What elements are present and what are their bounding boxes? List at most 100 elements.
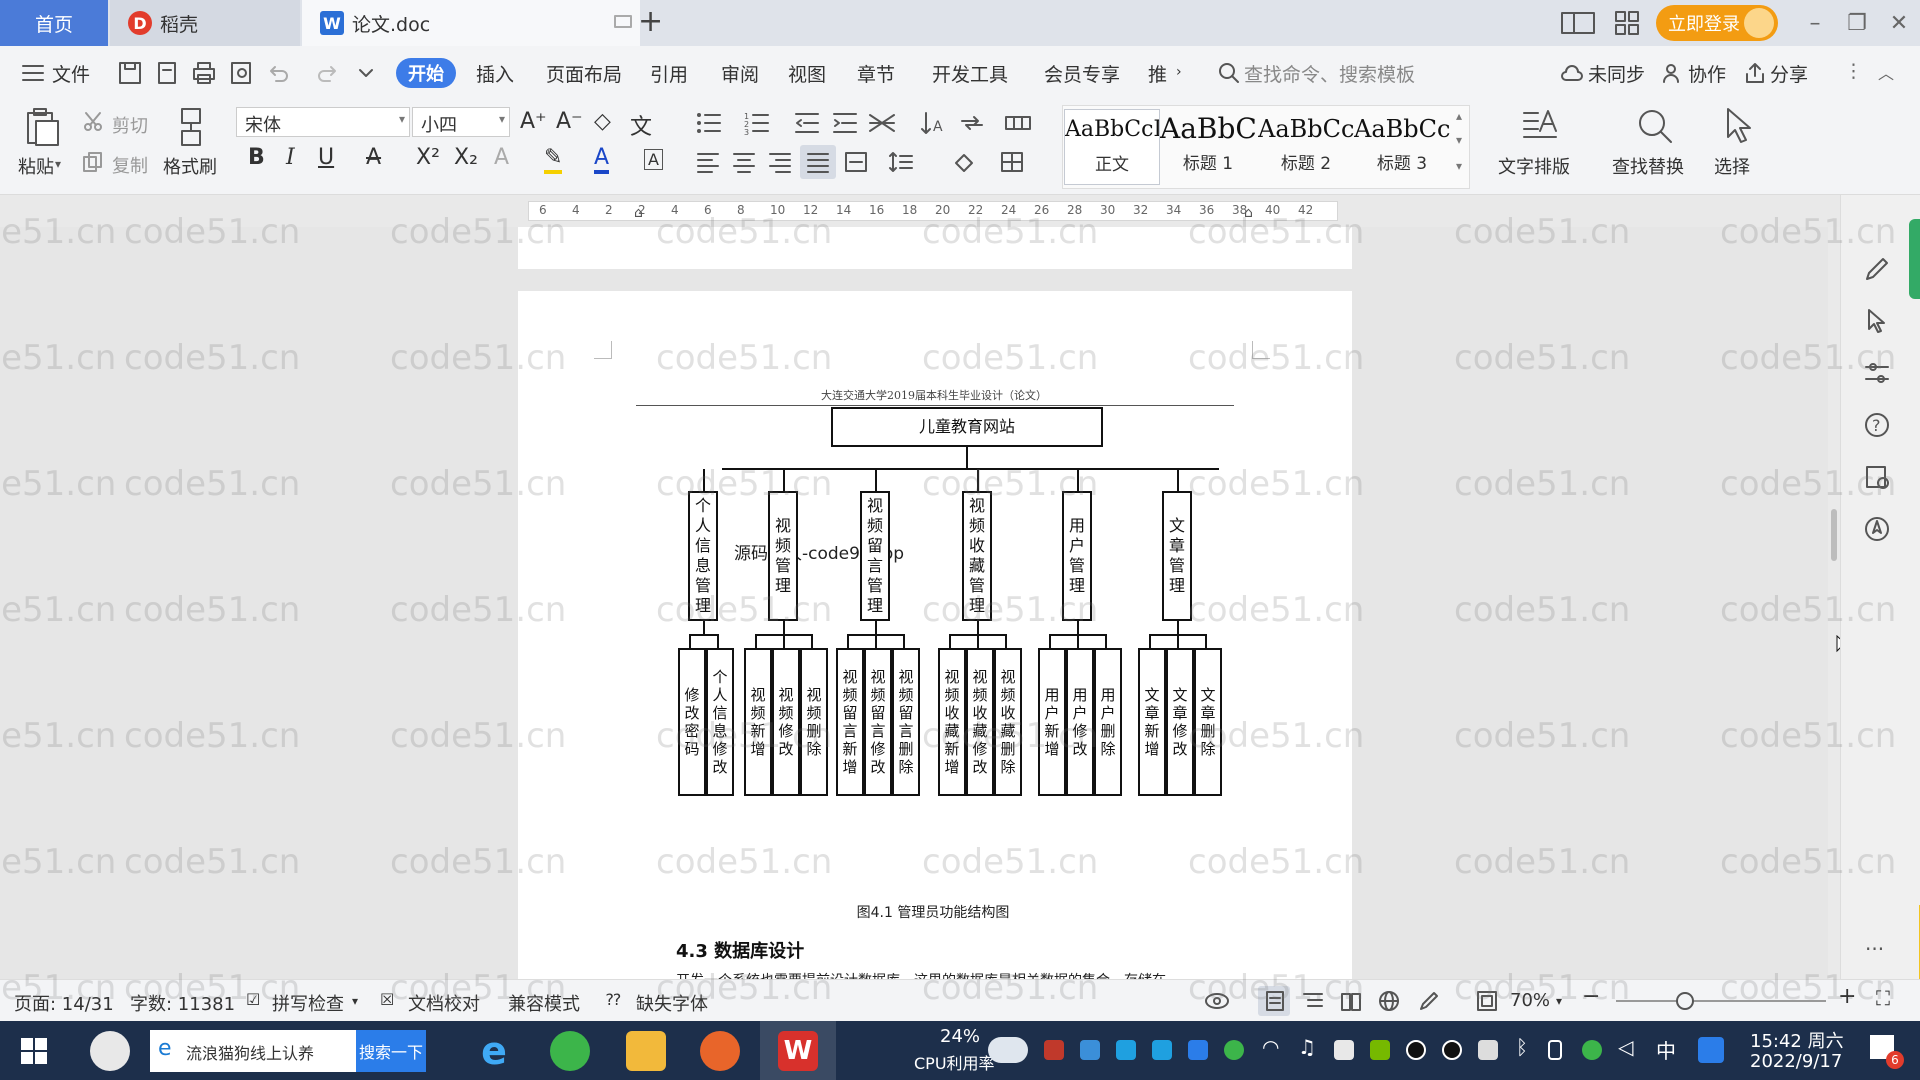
- adjust-sliders-icon[interactable]: [1863, 359, 1891, 387]
- tab-document[interactable]: W 论文.doc: [302, 0, 640, 46]
- qq-icon[interactable]: [1406, 1040, 1426, 1060]
- page-view-icon[interactable]: [1264, 990, 1286, 1012]
- clock-time[interactable]: 15:42 周六: [1750, 1027, 1844, 1053]
- right-indent-marker-icon[interactable]: ⌂: [1244, 205, 1253, 221]
- more-icon[interactable]: ⋮: [1844, 60, 1863, 82]
- vertical-scrollbar[interactable]: [1828, 227, 1840, 979]
- paste-dropdown-icon[interactable]: ▾: [55, 157, 61, 171]
- text-layout-button[interactable]: 文字排版: [1498, 153, 1570, 179]
- more-options-icon[interactable]: ···: [1865, 937, 1884, 961]
- restore-button[interactable]: ❐: [1842, 8, 1872, 38]
- text-layout-icon[interactable]: [1520, 107, 1560, 145]
- pointer-icon[interactable]: [1863, 307, 1891, 335]
- zoom-dropdown-icon[interactable]: ▾: [1556, 994, 1562, 1008]
- command-search-input[interactable]: 查找命令、搜索模板: [1244, 60, 1415, 87]
- reading-view-icon[interactable]: [1340, 990, 1362, 1012]
- print-preview-icon[interactable]: [230, 61, 254, 85]
- qq-icon[interactable]: [1442, 1040, 1462, 1060]
- menu-file[interactable]: 文件: [52, 60, 90, 87]
- undo-icon[interactable]: [266, 61, 290, 85]
- font-size-select[interactable]: 小四: [412, 107, 510, 137]
- file-explorer-icon[interactable]: [626, 1031, 666, 1071]
- strikethrough-icon[interactable]: A: [366, 145, 381, 170]
- ie-browser-icon[interactable]: e: [474, 1031, 514, 1071]
- copy-button[interactable]: 复制: [112, 152, 148, 178]
- weather-icon[interactable]: [988, 1037, 1028, 1063]
- cut-button[interactable]: 剪切: [112, 112, 148, 138]
- indent-marker-icon[interactable]: ⌂: [634, 205, 643, 221]
- tab-home[interactable]: 首页: [0, 0, 108, 46]
- zoom-slider[interactable]: [1616, 1000, 1826, 1002]
- subscript-icon[interactable]: X₂: [454, 145, 478, 170]
- zoom-out-icon[interactable]: −: [1582, 984, 1600, 1009]
- wifi-icon[interactable]: ◠: [1262, 1035, 1279, 1059]
- outline-view-icon[interactable]: [1302, 990, 1324, 1012]
- document-workspace[interactable]: 大连交通大学2019届本科生毕业设计（论文） 儿童教育网站 源码久久-code9…: [0, 227, 1850, 991]
- tray-app-icon[interactable]: [1116, 1040, 1136, 1060]
- pen-edit-icon[interactable]: [1863, 255, 1891, 283]
- paragraph-mark-icon[interactable]: [958, 111, 986, 135]
- styles-scroll-down-icon[interactable]: ▾: [1456, 133, 1462, 147]
- hamburger-icon[interactable]: [22, 64, 44, 82]
- char-border-icon[interactable]: A: [644, 149, 663, 170]
- menu-references[interactable]: 引用: [650, 60, 688, 87]
- sort-icon[interactable]: A: [920, 111, 946, 135]
- zoom-level[interactable]: 70%: [1510, 990, 1550, 1011]
- help-icon[interactable]: ?: [1863, 411, 1891, 439]
- side-tab-indicator[interactable]: [1909, 219, 1920, 299]
- spell-check-dropdown-icon[interactable]: ▾: [352, 994, 358, 1008]
- backup-icon[interactable]: [1863, 463, 1891, 491]
- styles-expand-icon[interactable]: ▾: [1456, 159, 1462, 173]
- style-heading-1[interactable]: AaBbC 标题 1: [1160, 109, 1256, 185]
- increase-font-icon[interactable]: A⁺: [520, 109, 547, 134]
- menu-member[interactable]: 会员专享: [1044, 60, 1120, 87]
- chevron-down-icon[interactable]: [358, 66, 374, 80]
- layout-icon[interactable]: [1560, 10, 1596, 36]
- chevron-right-icon[interactable]: ›: [1176, 64, 1182, 80]
- tray-app-icon[interactable]: [1044, 1040, 1064, 1060]
- missing-font-button[interactable]: 缺失字体: [636, 990, 708, 1016]
- app-avatar-icon[interactable]: [700, 1031, 740, 1071]
- decrease-font-icon[interactable]: A⁻: [556, 109, 583, 134]
- find-replace-icon[interactable]: [1636, 107, 1674, 145]
- page-indicator[interactable]: 页面: 14/31: [14, 990, 114, 1016]
- collapse-ribbon-icon[interactable]: ︿: [1878, 60, 1894, 84]
- volume-icon[interactable]: ◁: [1618, 1035, 1633, 1059]
- decrease-indent-icon[interactable]: [794, 111, 820, 135]
- 360-browser-icon[interactable]: [550, 1031, 590, 1071]
- cortana-pinwheel-icon[interactable]: [90, 1031, 130, 1071]
- bluetooth-icon[interactable]: ᛒ: [1516, 1035, 1528, 1059]
- web-view-icon[interactable]: [1378, 990, 1400, 1012]
- format-painter-icon[interactable]: [176, 107, 206, 147]
- menu-dev-tools[interactable]: 开发工具: [932, 60, 1008, 87]
- print-icon[interactable]: [192, 61, 216, 85]
- fit-page-icon[interactable]: [1476, 990, 1498, 1012]
- collaborate-button[interactable]: 协作: [1688, 60, 1726, 87]
- new-tab-button[interactable]: +: [638, 4, 663, 39]
- doc-proof-button[interactable]: 文档校对: [408, 990, 480, 1016]
- notification-bell-icon[interactable]: ♫: [1298, 1035, 1316, 1059]
- write-mode-icon[interactable]: [1418, 990, 1440, 1012]
- justify-icon[interactable]: [806, 151, 830, 173]
- tab-daoke[interactable]: D 稻壳: [110, 0, 300, 46]
- close-button[interactable]: ✕: [1884, 8, 1914, 38]
- nvidia-icon[interactable]: [1370, 1040, 1390, 1060]
- tray-app-icon[interactable]: [1152, 1040, 1172, 1060]
- numbered-list-icon[interactable]: 123: [744, 111, 770, 135]
- style-heading-2[interactable]: AaBbCc 标题 2: [1258, 109, 1354, 185]
- cut-icon[interactable]: [82, 111, 104, 133]
- menu-section[interactable]: 章节: [857, 60, 895, 87]
- ime-indicator[interactable]: 中: [1656, 1035, 1676, 1064]
- usb-icon[interactable]: [1478, 1040, 1498, 1060]
- windows-start-icon[interactable]: [20, 1037, 48, 1065]
- highlight-icon[interactable]: ✎: [544, 145, 563, 174]
- share-button[interactable]: 分享: [1770, 60, 1808, 87]
- zoom-slider-thumb[interactable]: [1676, 992, 1694, 1010]
- borders-icon[interactable]: [1000, 151, 1024, 173]
- shield-icon[interactable]: [1188, 1040, 1208, 1060]
- align-center-icon[interactable]: [732, 151, 756, 173]
- taskbar-search-input[interactable]: e 流浪猫狗线上认养: [150, 1030, 356, 1072]
- select-cursor-icon[interactable]: [1722, 107, 1756, 145]
- word-count[interactable]: 字数: 11381: [130, 990, 235, 1016]
- menu-review[interactable]: 审阅: [721, 60, 759, 87]
